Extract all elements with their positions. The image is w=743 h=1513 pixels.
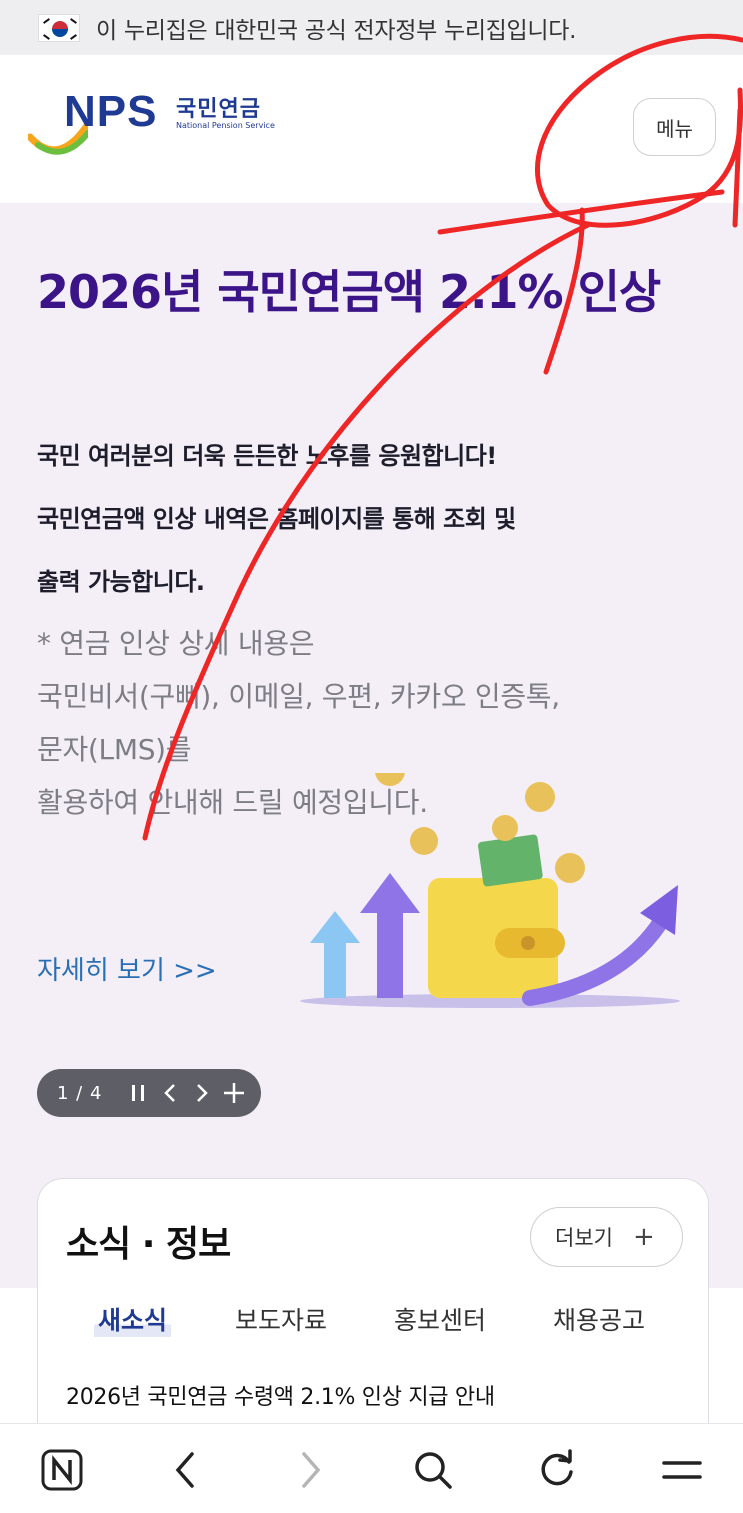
slide-controls: 1 / 4 <box>37 1069 261 1117</box>
back-icon[interactable] <box>157 1442 213 1498</box>
expand-plus-icon[interactable] <box>218 1069 250 1117</box>
tab-news[interactable]: 새소식 <box>94 1301 172 1337</box>
hero-note-line: 문자(LMS)를 <box>37 733 192 766</box>
hero-title: 2026년 국민연금액 2.1% 인상 <box>37 265 661 319</box>
hero-note-line: * 연금 인상 상세 내용은 <box>37 627 315 660</box>
tab-press-release[interactable]: 보도자료 <box>235 1301 327 1337</box>
hero-banner: 2026년 국민연금액 2.1% 인상 국민 여러분의 더욱 든든한 노후를 응… <box>0 203 743 1288</box>
news-more-label: 더보기 <box>555 1226 613 1250</box>
plus-icon: + <box>632 1222 655 1252</box>
view-details-link[interactable]: 자세히 보기 >> <box>37 950 217 987</box>
news-section-title: 소식 · 정보 <box>66 1224 231 1265</box>
tab-recruitment[interactable]: 채용공고 <box>553 1301 645 1337</box>
logo-english-text: National Pension Service <box>176 121 275 130</box>
logo-nps-text: NPS <box>64 87 158 136</box>
wallet-growth-illustration <box>300 773 680 1008</box>
hero-subtitle: 국민 여러분의 더욱 든든한 노후를 응원합니다! 국민연금액 인상 내역은 홈… <box>37 425 697 614</box>
site-header: NPS 국민연금 National Pension Service 메뉴 <box>0 55 743 203</box>
hero-note-line: 국민비서(구삐), 이메일, 우편, 카카오 인증톡, <box>37 680 560 713</box>
refresh-icon[interactable] <box>529 1442 585 1498</box>
forward-icon[interactable] <box>283 1442 339 1498</box>
next-slide-icon[interactable] <box>186 1069 218 1117</box>
slide-counter: 1 / 4 <box>57 1082 103 1104</box>
menu-icon[interactable] <box>654 1442 710 1498</box>
naver-n-icon[interactable] <box>34 1442 90 1498</box>
news-list-item[interactable]: 2026년 국민연금 수령액 2.1% 인상 지급 안내 <box>66 1379 495 1411</box>
search-icon[interactable] <box>405 1442 461 1498</box>
gov-banner-text: 이 누리집은 대한민국 공식 전자정부 누리집입니다. <box>96 17 577 44</box>
news-more-button[interactable]: 더보기 + <box>530 1207 683 1267</box>
hero-subtitle-line: 출력 가능합니다. <box>37 568 205 596</box>
news-tabs: 새소식 보도자료 홍보센터 채용공고 <box>38 1301 710 1341</box>
gov-banner: 이 누리집은 대한민국 공식 전자정부 누리집입니다. <box>0 0 743 55</box>
menu-button[interactable]: 메뉴 <box>633 98 716 156</box>
korea-flag-icon <box>38 13 80 42</box>
pause-icon[interactable] <box>122 1069 154 1117</box>
logo-korean-text: 국민연금 <box>176 97 261 122</box>
previous-slide-icon[interactable] <box>154 1069 186 1117</box>
tab-pr-center[interactable]: 홍보센터 <box>394 1301 486 1337</box>
nps-logo[interactable]: NPS 국민연금 National Pension Service <box>28 87 288 167</box>
hero-subtitle-line: 국민연금액 인상 내역은 홈페이지를 통해 조회 및 <box>37 505 516 533</box>
browser-bottom-bar <box>0 1423 743 1513</box>
hero-subtitle-line: 국민 여러분의 더욱 든든한 노후를 응원합니다! <box>37 442 497 470</box>
